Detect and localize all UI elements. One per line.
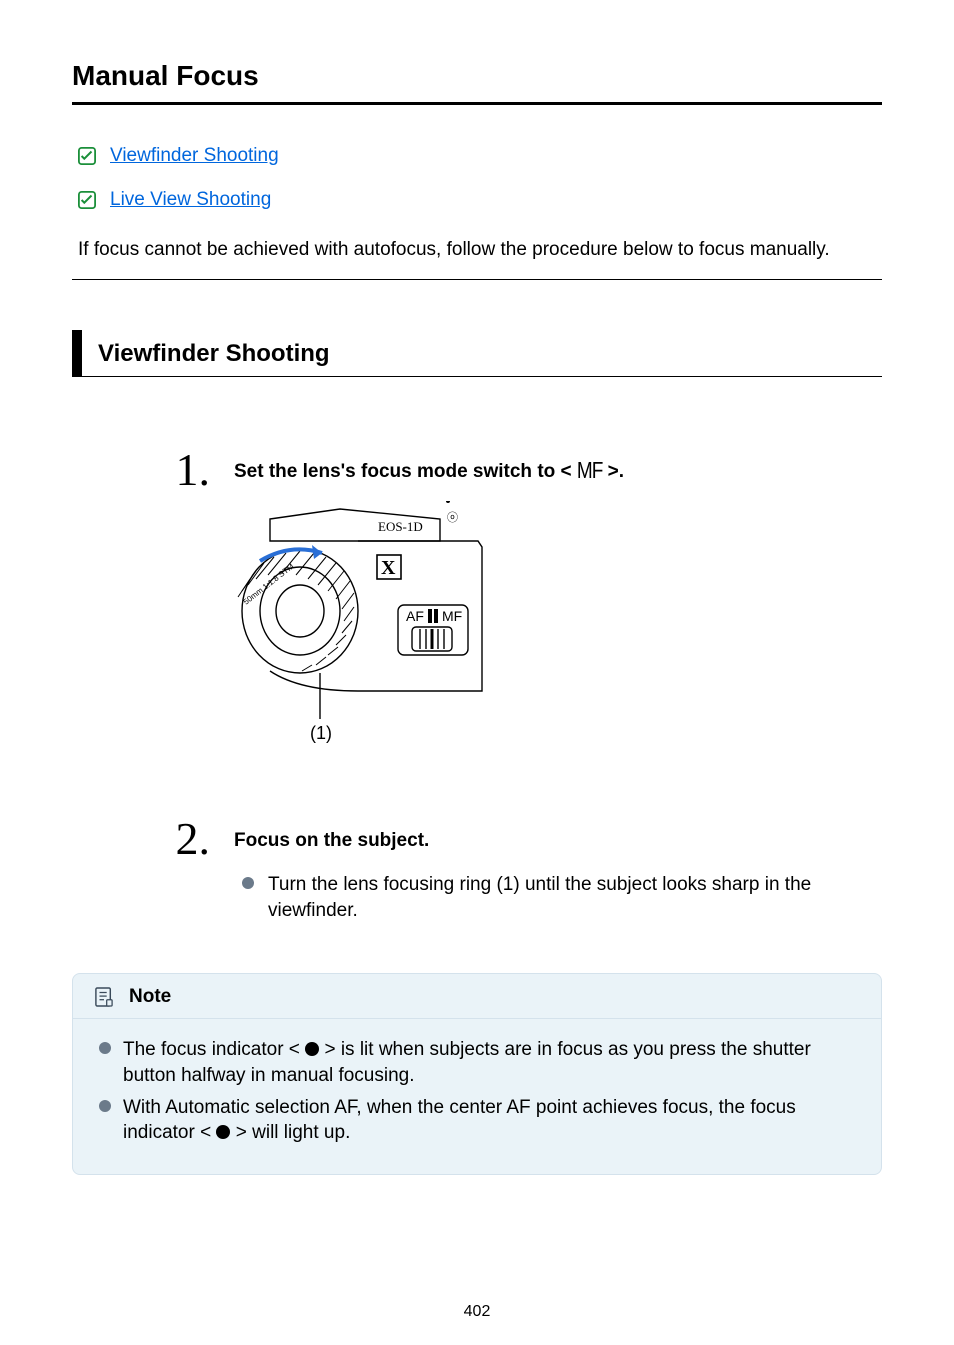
svg-text:X: X [381,557,396,579]
bullet-icon [99,1100,111,1112]
mf-glyph: MF [577,459,602,485]
svg-text:MF: MF [442,608,462,624]
step-title-post: >. [602,461,624,482]
note-body: The focus indicator < > is lit when subj… [73,1019,881,1174]
toc-link-label[interactable]: Viewfinder Shooting [110,145,279,167]
note-text-post: > will light up. [230,1122,350,1143]
bullet-icon [99,1042,111,1054]
step-number: 1 [172,447,210,493]
step-title-pre: Set the lens's focus mode switch to < [234,461,577,482]
note-item: The focus indicator < > is lit when subj… [99,1037,855,1088]
step-body: Focus on the subject. Turn the lens focu… [234,816,882,923]
svg-text:50mm 1:1.8 STM: 50mm 1:1.8 STM [242,562,296,607]
toc-link-liveview[interactable]: Live View Shooting [72,189,882,211]
checklist-icon [78,191,96,209]
step-bullet: Turn the lens focusing ring (1) until th… [242,872,882,923]
section-heading: Viewfinder Shooting [72,330,882,377]
focus-indicator-dot-icon [216,1125,230,1139]
step-body: Set the lens's focus mode switch to < MF… [234,447,882,766]
step-title: Focus on the subject. [234,830,882,852]
toc-link-viewfinder[interactable]: Viewfinder Shooting [72,145,882,167]
page-title: Manual Focus [72,60,882,105]
step-title: Set the lens's focus mode switch to < MF… [234,461,882,483]
section-heading-text: Viewfinder Shooting [98,340,330,367]
note-text-pre: The focus indicator < [123,1039,305,1060]
divider [72,279,882,280]
page-number: 402 [0,1303,954,1321]
note-box: Note The focus indicator < > is lit when… [72,973,882,1175]
focus-indicator-dot-icon [305,1042,319,1056]
intro-text: If focus cannot be achieved with autofoc… [72,239,882,261]
svg-text:AF: AF [406,608,424,624]
camera-illustration: EOS-1D ⓞ [230,501,882,766]
step-number: 2 [172,816,210,862]
checklist-icon [78,147,96,165]
svg-text:(1): (1) [310,723,332,743]
note-title: Note [129,986,171,1008]
toc-link-label[interactable]: Live View Shooting [110,189,271,211]
bullet-icon [242,877,254,889]
note-item: With Automatic selection AF, when the ce… [99,1095,855,1146]
step-2: 2 Focus on the subject. Turn the lens fo… [172,816,882,923]
note-text: With Automatic selection AF, when the ce… [123,1095,855,1146]
note-header: Note [73,974,881,1019]
step-bullet-text: Turn the lens focusing ring (1) until th… [268,872,842,923]
note-icon [95,987,113,1007]
step-1: 1 Set the lens's focus mode switch to < … [172,447,882,766]
svg-text:EOS-1D: EOS-1D [378,519,423,534]
note-text: The focus indicator < > is lit when subj… [123,1037,855,1088]
svg-text:ⓞ: ⓞ [447,511,458,524]
